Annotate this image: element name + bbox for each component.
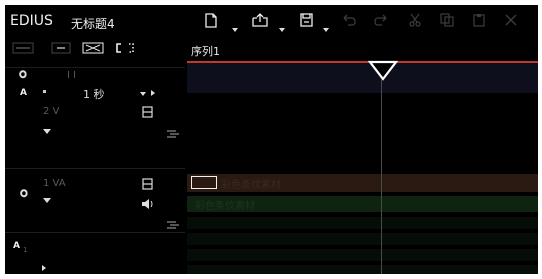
new-project-dropdown-icon[interactable] bbox=[232, 28, 238, 32]
edius-window: EDIUS 无标题4 序列1 𝐎 A 1 秒 2 V 1 VA 𝐎 A 1 彩色… bbox=[5, 5, 538, 274]
va-track-patch[interactable]: 𝐎 bbox=[20, 189, 28, 200]
va-track-sync-icon[interactable] bbox=[166, 219, 180, 231]
cut-icon[interactable] bbox=[407, 12, 423, 28]
sync-lock-icon[interactable] bbox=[81, 40, 105, 56]
delete-icon[interactable] bbox=[503, 12, 519, 28]
speaker-icon[interactable] bbox=[140, 197, 156, 211]
v-track-lane[interactable] bbox=[187, 93, 538, 168]
track-view-icon[interactable] bbox=[11, 41, 35, 55]
scale-next-icon[interactable] bbox=[151, 90, 155, 96]
scale-left-dot bbox=[43, 90, 46, 93]
sequence-tab[interactable]: 序列1 bbox=[191, 43, 220, 59]
v-track-label: 2 V bbox=[43, 106, 60, 117]
a-track-number: 1 bbox=[23, 246, 28, 254]
scale-dropdown-icon[interactable] bbox=[140, 92, 146, 96]
scale-value[interactable]: 1 秒 bbox=[83, 86, 105, 102]
audio-clip-label: 彩色条纹素材 bbox=[195, 201, 255, 212]
open-project-dropdown-icon[interactable] bbox=[279, 28, 285, 32]
a-track-patch[interactable]: A bbox=[20, 88, 27, 98]
va-track-divider bbox=[5, 168, 185, 169]
link-icon[interactable] bbox=[113, 40, 137, 56]
save-project-dropdown-icon[interactable] bbox=[323, 28, 329, 32]
clip-thumbnail bbox=[191, 176, 217, 189]
video-clip-label: 彩色条纹素材 bbox=[221, 180, 281, 191]
save-project-icon[interactable] bbox=[297, 11, 315, 29]
redo-icon[interactable] bbox=[373, 12, 389, 28]
a-track-lane-2[interactable] bbox=[187, 233, 538, 245]
open-project-icon[interactable] bbox=[250, 11, 270, 29]
timeline-ruler[interactable] bbox=[187, 63, 538, 93]
v-track-mute-icon[interactable] bbox=[141, 105, 153, 119]
project-title: 无标题4 bbox=[71, 17, 115, 31]
copy-icon[interactable] bbox=[439, 12, 455, 28]
ripple-icon[interactable]: 𝐎 bbox=[19, 70, 27, 81]
a-track-divider bbox=[5, 232, 185, 233]
va-track-label: 1 VA bbox=[43, 178, 66, 189]
ruler-mini-marker bbox=[68, 71, 75, 78]
timeline-area[interactable]: 彩色条纹素材 彩色条纹素材 bbox=[187, 93, 538, 274]
undo-icon[interactable] bbox=[341, 12, 357, 28]
new-project-icon[interactable] bbox=[203, 11, 219, 29]
track-tool-row bbox=[5, 38, 185, 58]
v-track-expand-icon[interactable] bbox=[43, 129, 51, 134]
audio-clip[interactable]: 彩色条纹素材 bbox=[187, 196, 538, 212]
a-track-expand-icon[interactable] bbox=[42, 265, 46, 271]
track-height-icon[interactable] bbox=[50, 41, 72, 55]
video-clip[interactable]: 彩色条纹素材 bbox=[187, 174, 538, 192]
track-headers: 𝐎 A 1 秒 2 V 1 VA 𝐎 A 1 bbox=[5, 58, 185, 274]
paste-icon[interactable] bbox=[471, 12, 487, 28]
a-track-lane-4[interactable] bbox=[187, 265, 538, 274]
title-bar: EDIUS 无标题4 bbox=[5, 5, 538, 38]
ruler-header-divider bbox=[5, 67, 185, 68]
app-name: EDIUS bbox=[10, 13, 53, 29]
a-track-label: A bbox=[13, 241, 20, 251]
playhead-marker[interactable] bbox=[368, 60, 398, 82]
va-track-expand-icon[interactable] bbox=[43, 198, 51, 203]
playhead-line bbox=[381, 79, 382, 274]
a-track-lane-3[interactable] bbox=[187, 249, 538, 261]
a-track-lane-1[interactable] bbox=[187, 217, 538, 229]
v-track-sync-icon[interactable] bbox=[166, 128, 180, 140]
va-track-mute-icon[interactable] bbox=[141, 177, 153, 191]
